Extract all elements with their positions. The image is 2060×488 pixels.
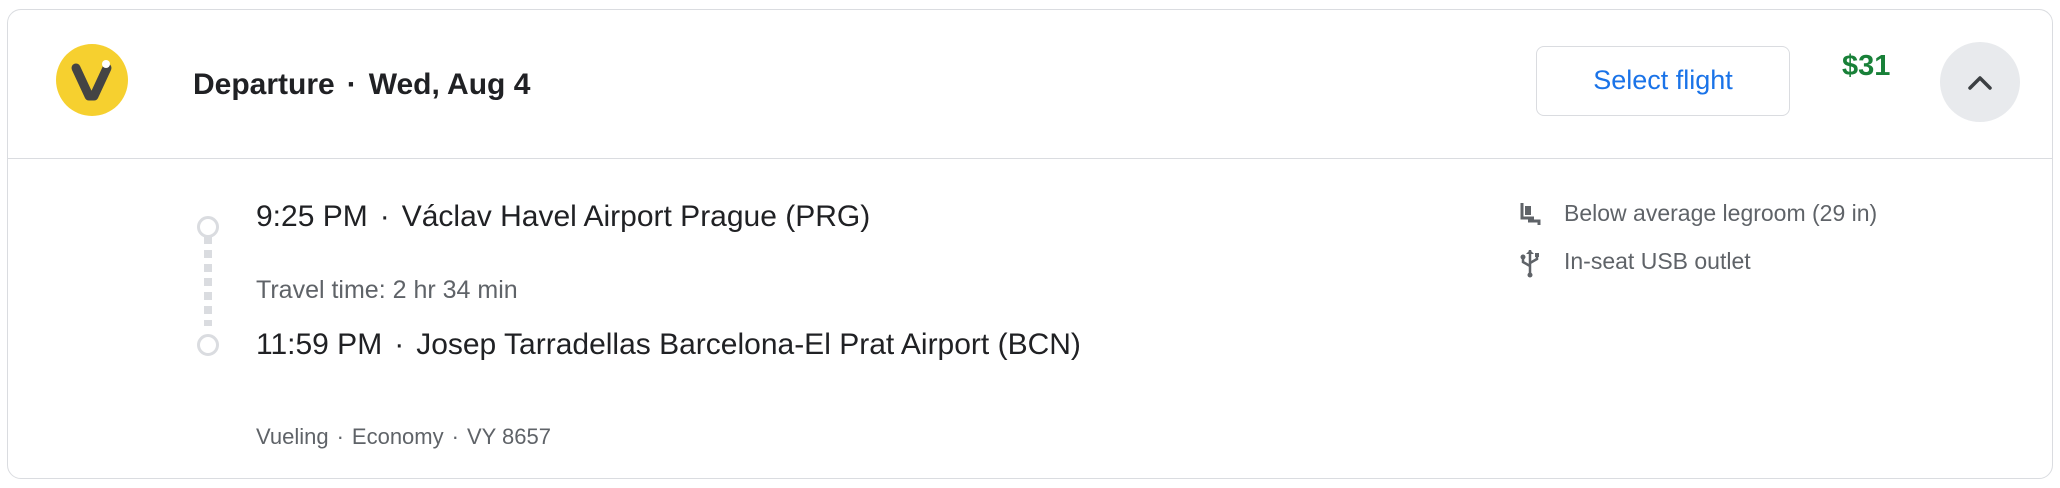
flight-price: $31 [1842,50,1891,82]
departure-label: Departure [193,68,335,101]
flight-details-card: Departure · Wed, Aug 4 Select flight $31 9… [7,9,2053,479]
flight-title: Departure · Wed, Aug 4 [193,68,530,102]
arrival-time: 11:59 PM [256,328,383,361]
title-separator: · [346,68,357,101]
departure-circle-icon [197,216,219,238]
airline-name: Vueling [256,424,329,449]
usb-icon [1516,248,1544,284]
arrival-airport: Josep Tarradellas Barcelona-El Prat Airp… [416,328,1081,361]
departure-time: 9:25 PM [256,200,368,233]
legroom-seat-icon [1516,200,1544,234]
departure-date: Wed, Aug 4 [368,68,531,101]
meta-separator: · [451,424,459,449]
timeline-dotted-line [204,236,212,326]
arrival-stop: 11:59 PM · Josep Tarradellas Barcelona-El … [256,328,1081,362]
cabin-class: Economy [351,424,444,449]
legroom-label: Below average legroom (29 in) [1564,200,1878,226]
flight-number: VY 8657 [466,424,551,449]
flight-header[interactable]: Departure · Wed, Aug 4 Select flight $31 [8,10,2052,159]
arrival-separator: · [394,328,405,361]
vueling-logo-icon [56,44,128,116]
travel-time: Travel time: 2 hr 34 min [256,276,518,304]
collapse-button[interactable] [1940,42,2020,122]
usb-label: In-seat USB outlet [1564,248,1751,274]
arrival-circle-icon [197,334,219,356]
meta-separator: · [336,424,344,449]
chevron-up-icon [1968,76,1992,90]
flight-meta: Vueling · Economy · VY 8657 [256,424,551,450]
select-flight-button[interactable]: Select flight [1536,46,1790,116]
departure-separator: · [379,200,390,233]
departure-airport: Václav Havel Airport Prague (PRG) [401,200,871,233]
departure-stop: 9:25 PM · Václav Havel Airport Prague (PRG… [256,200,870,234]
flight-timeline [194,208,224,358]
